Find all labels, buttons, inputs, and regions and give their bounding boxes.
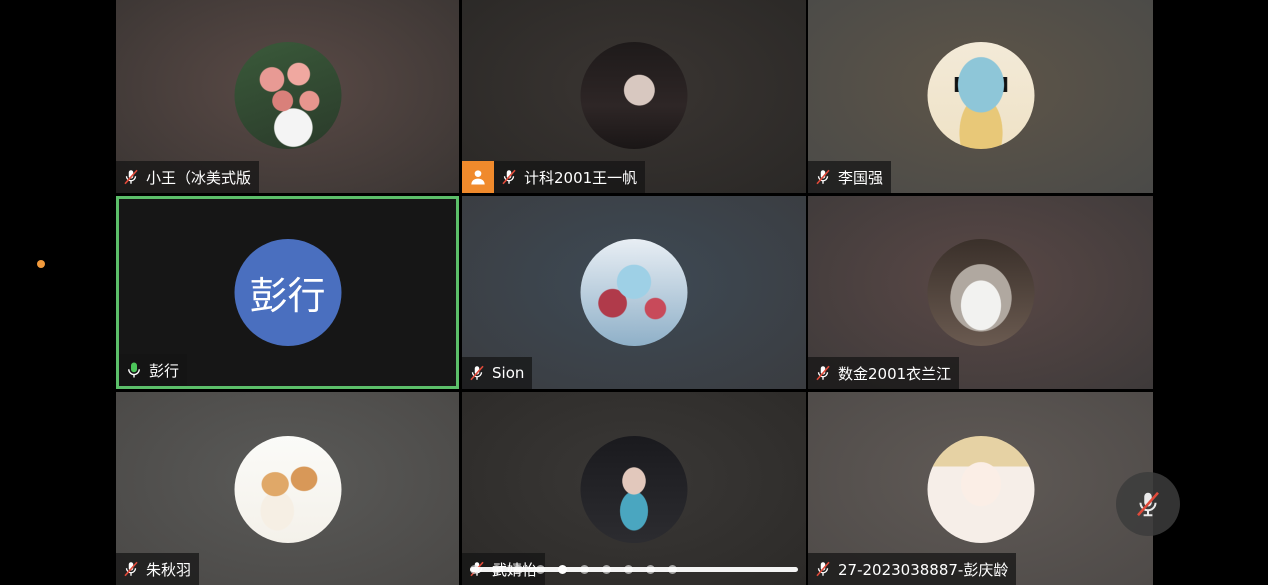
participant-name: 彭行 [149,361,180,380]
participant-tile[interactable]: 李国强 [808,0,1153,193]
microphone-muted-icon [120,166,142,188]
participant-tile[interactable]: Sion [462,196,806,389]
participant-avatar: 彭行 [234,239,341,346]
participant-name-tag: 李国强 [808,161,892,193]
participant-tile[interactable]: 彭行 彭行 [116,196,459,389]
meeting-screen: 小王（冰美式版计科2001王一帆李国强彭行彭行Sion数金2001衣兰江朱秋羽武… [0,0,1268,585]
participant-name-tag: 朱秋羽 [116,553,200,585]
participant-name: 27-2023038887-彭庆龄 [838,560,1009,579]
host-person-icon [462,161,494,193]
participant-name-tag: Sion [462,357,533,389]
floating-mic-button[interactable] [1116,472,1180,536]
microphone-muted-icon [498,166,520,188]
participant-grid: 小王（冰美式版计科2001王一帆李国强彭行彭行Sion数金2001衣兰江朱秋羽武… [116,0,1153,585]
participant-avatar [927,239,1034,346]
participant-avatar [234,436,341,543]
microphone-muted-icon [812,166,834,188]
participant-avatar [580,436,688,543]
participant-name: 李国强 [838,168,884,187]
participant-tile[interactable]: 小王（冰美式版 [116,0,459,193]
microphone-muted-icon [466,362,488,384]
participant-tile[interactable]: 朱秋羽 [116,392,459,585]
participant-name: 小王（冰美式版 [146,168,252,187]
microphone-active-icon [123,359,145,381]
muted-microphone-icon [1137,491,1159,517]
participant-avatar [927,42,1034,149]
participant-name: 计科2001王一帆 [524,168,638,187]
participant-name: 数金2001衣兰江 [838,364,952,383]
participant-avatar [234,42,341,149]
participant-name: Sion [492,364,525,382]
participant-tile[interactable]: 武婧怡 [462,392,806,585]
participant-name-tag: 数金2001衣兰江 [808,357,960,389]
participant-name-tag: 27-2023038887-彭庆龄 [808,553,1017,585]
notification-dot [37,260,45,268]
participant-name-tag: 计科2001王一帆 [462,161,646,193]
participant-tile[interactable]: 27-2023038887-彭庆龄 [808,392,1153,585]
home-indicator-bar [470,567,798,572]
microphone-muted-icon [812,558,834,580]
participant-name-tag: 小王（冰美式版 [116,161,260,193]
microphone-muted-icon [120,558,142,580]
participant-avatar [580,239,688,346]
participant-avatar [927,436,1034,543]
microphone-muted-icon [812,362,834,384]
participant-tile[interactable]: 数金2001衣兰江 [808,196,1153,389]
participant-name: 朱秋羽 [146,560,192,579]
participant-avatar [580,42,688,149]
participant-tile[interactable]: 计科2001王一帆 [462,0,806,193]
participant-name-tag: 彭行 [119,354,188,386]
